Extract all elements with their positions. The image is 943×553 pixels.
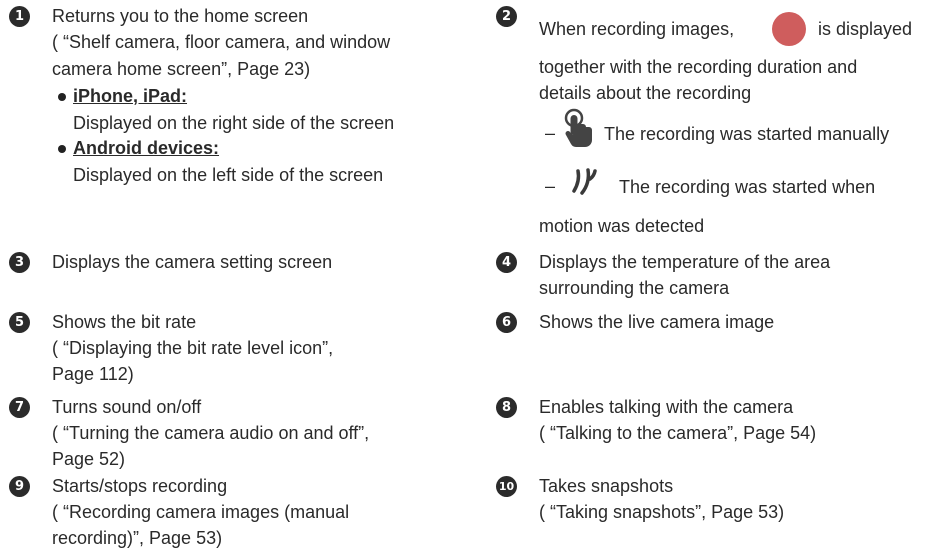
bullet-desc-android: Displayed on the left side of the screen — [73, 165, 384, 185]
dash: – — [545, 123, 556, 143]
number-badge-5: 5 — [9, 312, 30, 333]
item-1-text: camera home screen”, Page 23) — [52, 59, 311, 79]
number-badge-10: 10 — [496, 476, 517, 497]
item-5-text: Page 112) — [52, 364, 134, 384]
dash: – — [545, 176, 556, 196]
motion-waves-icon — [568, 165, 602, 199]
number-badge-3: 3 — [9, 252, 30, 273]
number-badge-9: 9 — [9, 476, 30, 497]
motion-recording-text: motion was detected — [539, 216, 705, 236]
item-7-text: Turns sound on/off — [52, 397, 202, 417]
item-9-text: Starts/stops recording — [52, 476, 228, 496]
item-8-text: ( “Talking to the camera”, Page 54) — [539, 423, 817, 443]
item-2-text: When recording images, — [539, 19, 735, 39]
bullet-title-android: Android devices: — [73, 138, 220, 158]
item-2-text: details about the recording — [539, 83, 752, 103]
item-10-text: Takes snapshots — [539, 476, 674, 496]
item-5-text: Shows the bit rate — [52, 312, 197, 332]
item-1-text: Returns you to the home screen — [52, 6, 309, 26]
number-badge-2: 2 — [496, 6, 517, 27]
number-badge-8: 8 — [496, 397, 517, 418]
number-badge-4: 4 — [496, 252, 517, 273]
number-badge-1: 1 — [9, 6, 30, 27]
item-2-text: is displayed — [818, 19, 913, 39]
item-2-text: together with the recording duration and — [539, 57, 858, 77]
item-5-text: ( “Displaying the bit rate level icon”, — [52, 338, 334, 358]
motion-recording-text: The recording was started when — [619, 177, 876, 197]
item-7-text: Page 52) — [52, 449, 126, 469]
number-badge-6: 6 — [496, 312, 517, 333]
item-4-text: Displays the temperature of the area — [539, 252, 831, 272]
item-9-text: ( “Recording camera images (manual — [52, 502, 350, 522]
item-6-text: Shows the live camera image — [539, 312, 775, 332]
manual-recording-text: The recording was started manually — [604, 124, 890, 144]
recording-indicator-icon — [772, 12, 806, 46]
hand-tap-icon — [560, 108, 600, 148]
bullet-title-iphone: iPhone, iPad: — [73, 86, 188, 106]
item-4-text: surrounding the camera — [539, 278, 730, 298]
bullet-desc-iphone: Displayed on the right side of the scree… — [73, 113, 395, 133]
bullet-icon — [58, 145, 66, 153]
number-badge-7: 7 — [9, 397, 30, 418]
item-1-text: ( “Shelf camera, floor camera, and windo… — [52, 32, 391, 52]
item-9-text: recording)”, Page 53) — [52, 528, 223, 548]
item-7-text: ( “Turning the camera audio on and off”, — [52, 423, 370, 443]
bullet-icon — [58, 93, 66, 101]
item-8-text: Enables talking with the camera — [539, 397, 794, 417]
item-3-text: Displays the camera setting screen — [52, 252, 333, 272]
item-10-text: ( “Taking snapshots”, Page 53) — [539, 502, 785, 522]
